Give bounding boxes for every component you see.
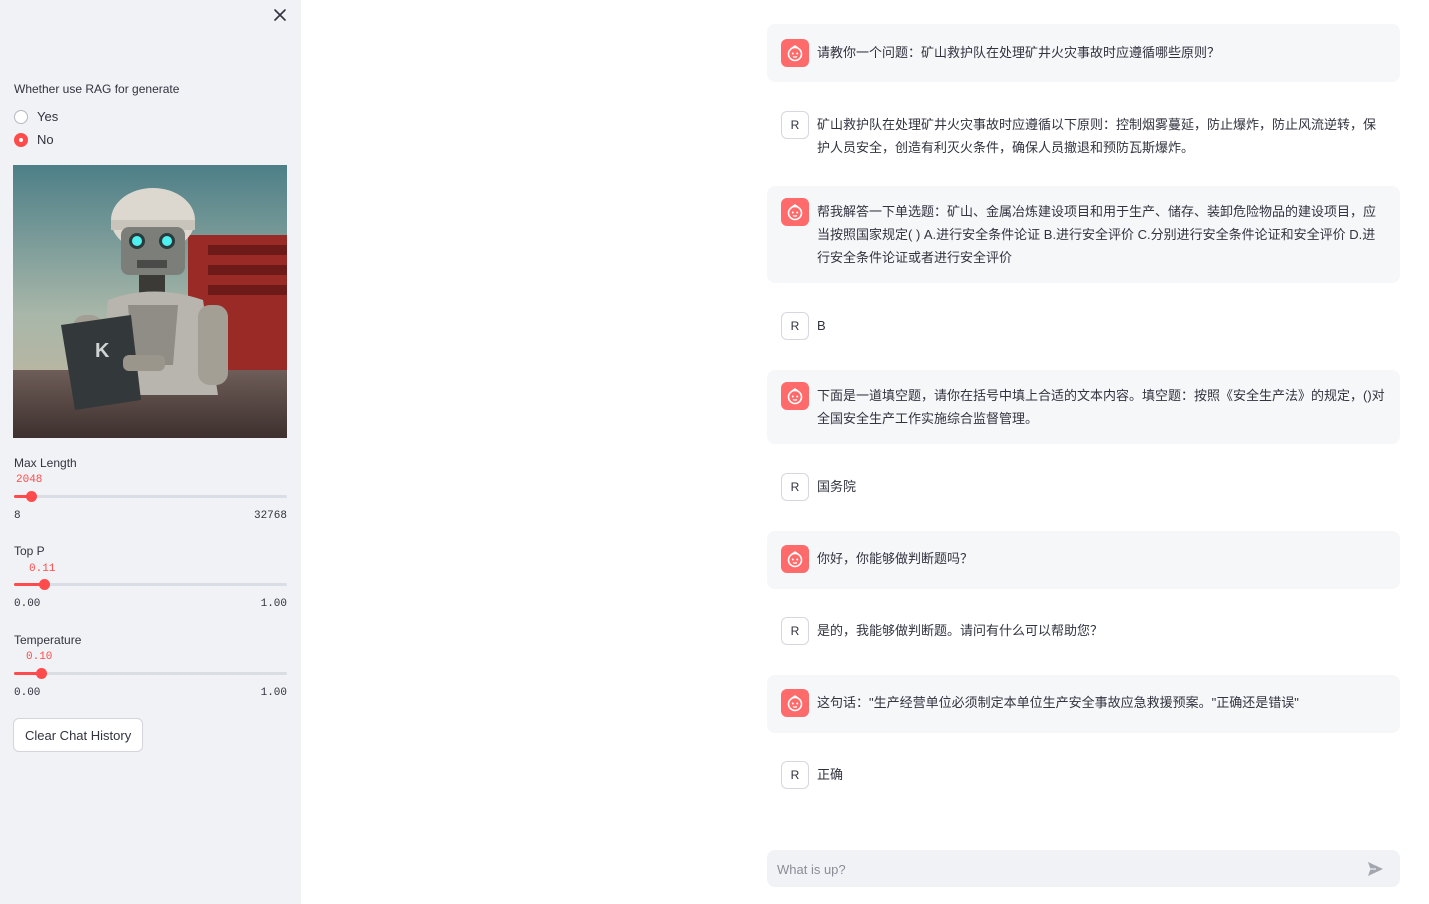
chat-message-user: 下面是一道填空题，请你在括号中填上合适的文本内容。填空题：按照《安全生产法》的规… bbox=[767, 370, 1400, 444]
message-text: B bbox=[817, 318, 826, 333]
temperature-label: Temperature bbox=[14, 633, 82, 647]
svg-text:K: K bbox=[95, 340, 110, 362]
assistant-avatar: R bbox=[781, 312, 809, 340]
bot-face-icon bbox=[781, 545, 809, 573]
message-text: 下面是一道填空题，请你在括号中填上合适的文本内容。填空题：按照《安全生产法》的规… bbox=[817, 388, 1385, 426]
chat-message-assistant: R 是的，我能够做判断题。请问有什么可以帮助您？ bbox=[767, 610, 1400, 654]
temperature-slider[interactable] bbox=[14, 668, 287, 679]
radio-option-no[interactable]: No bbox=[14, 132, 54, 147]
robot-image: K bbox=[13, 165, 287, 438]
top-p-thumb[interactable] bbox=[39, 579, 51, 590]
chat-message-user: 你好，你能够做判断题吗？ bbox=[767, 531, 1400, 589]
chat-message-assistant: R 国务院 bbox=[767, 466, 1400, 510]
message-text: 帮我解答一下单选题：矿山、金属冶炼建设项目和用于生产、储存、装卸危险物品的建设项… bbox=[817, 204, 1377, 265]
temperature-value: 0.10 bbox=[26, 651, 53, 663]
temperature-max: 1.00 bbox=[260, 687, 287, 699]
close-icon[interactable] bbox=[271, 6, 289, 24]
radio-label-yes: Yes bbox=[37, 109, 59, 124]
message-text: 你好，你能够做判断题吗？ bbox=[817, 551, 974, 566]
assistant-avatar: R bbox=[781, 761, 809, 789]
max-length-max: 32768 bbox=[253, 510, 287, 522]
chat-input[interactable] bbox=[775, 850, 1359, 889]
temperature-thumb[interactable] bbox=[36, 668, 48, 679]
bot-face-icon bbox=[781, 689, 809, 717]
top-p-label: Top P bbox=[14, 544, 45, 558]
message-text: 国务院 bbox=[817, 479, 857, 494]
bot-face-icon bbox=[781, 382, 809, 410]
temperature-min: 0.00 bbox=[14, 687, 41, 699]
top-p-max: 1.00 bbox=[260, 598, 287, 610]
radio-label-no: No bbox=[37, 132, 54, 147]
chat-message-assistant: R 正确 bbox=[767, 754, 1400, 798]
radio-checked-icon[interactable] bbox=[14, 132, 28, 147]
message-text: 矿山救护队在处理矿井火灾事故时应遵循以下原则：控制烟雾蔓延，防止爆炸，防止风流逆… bbox=[817, 117, 1377, 155]
max-length-min: 8 bbox=[14, 510, 21, 522]
chat-input-bar bbox=[767, 850, 1400, 889]
max-length-thumb[interactable] bbox=[25, 491, 37, 502]
bot-face-icon bbox=[781, 39, 809, 67]
max-length-slider[interactable] bbox=[14, 491, 287, 502]
message-text: 这句话："生产经营单位必须制定本单位生产安全事故应急救援预案。"正确还是错误" bbox=[817, 695, 1299, 710]
assistant-avatar: R bbox=[781, 473, 809, 501]
radio-unchecked-icon[interactable] bbox=[14, 109, 28, 124]
chat-message-assistant: R 矿山救护队在处理矿井火灾事故时应遵循以下原则：控制烟雾蔓延，防止爆炸，防止风… bbox=[767, 104, 1400, 164]
chat-message-user: 这句话："生产经营单位必须制定本单位生产安全事故应急救援预案。"正确还是错误" bbox=[767, 675, 1400, 733]
message-text: 请教你一个问题：矿山救护队在处理矿井火灾事故时应遵循哪些原则？ bbox=[817, 45, 1221, 60]
message-text: 正确 bbox=[817, 767, 844, 782]
radio-option-yes[interactable]: Yes bbox=[14, 109, 58, 124]
max-length-label: Max Length bbox=[14, 456, 77, 470]
message-text: 是的，我能够做判断题。请问有什么可以帮助您？ bbox=[817, 623, 1104, 638]
chat-message-assistant: R B bbox=[767, 305, 1400, 349]
sidebar: Whether use RAG for generate Yes No K Ma… bbox=[0, 0, 301, 904]
assistant-avatar: R bbox=[781, 617, 809, 645]
bot-face-icon bbox=[781, 198, 809, 226]
assistant-avatar: R bbox=[781, 111, 809, 139]
max-length-value: 2048 bbox=[16, 474, 43, 486]
chat-message-user: 请教你一个问题：矿山救护队在处理矿井火灾事故时应遵循哪些原则？ bbox=[767, 24, 1400, 82]
chat-message-user: 帮我解答一下单选题：矿山、金属冶炼建设项目和用于生产、储存、装卸危险物品的建设项… bbox=[767, 186, 1400, 283]
top-p-value: 0.11 bbox=[29, 563, 56, 575]
top-p-slider[interactable] bbox=[14, 579, 287, 590]
send-icon[interactable] bbox=[1366, 860, 1384, 878]
rag-label: Whether use RAG for generate bbox=[14, 82, 180, 96]
clear-chat-history-button[interactable]: Clear Chat History bbox=[13, 718, 144, 752]
robot-illustration-icon: K bbox=[13, 165, 287, 438]
top-p-min: 0.00 bbox=[14, 598, 41, 610]
